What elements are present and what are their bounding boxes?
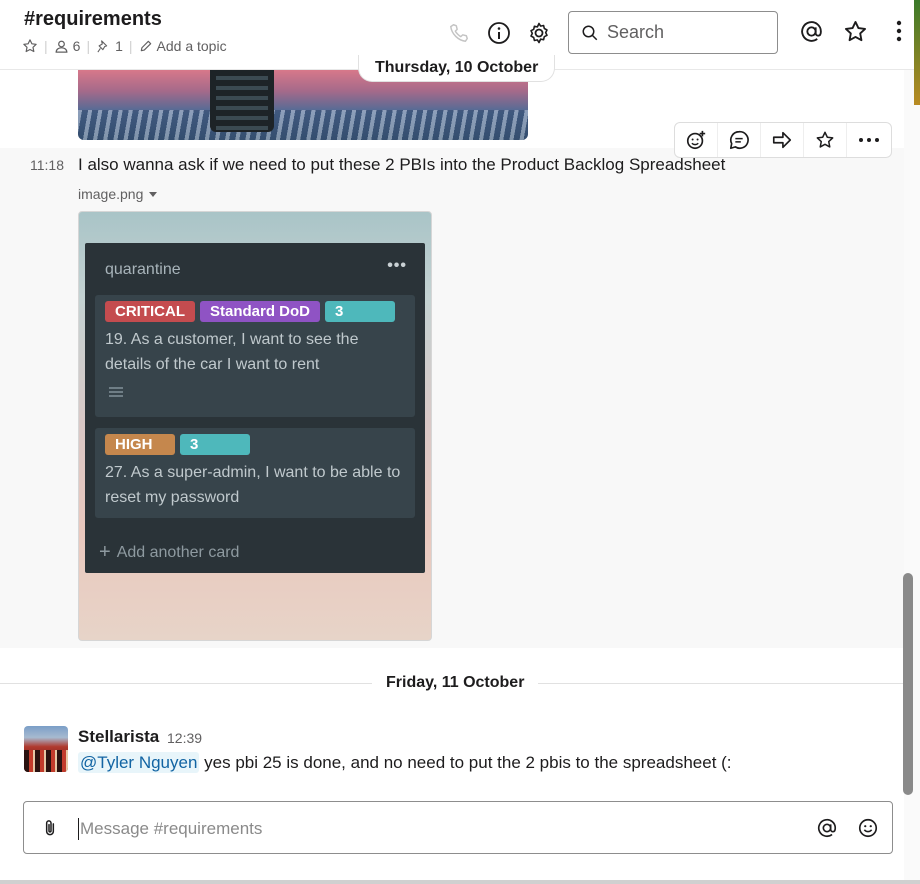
trello-card: CRITICAL Standard DoD 3 19. As a custome… [95,295,415,417]
list-more-icon: ••• [387,257,407,274]
description-icon [109,387,123,399]
message-text: I also wanna ask if we need to put these… [78,155,726,174]
date-divider-friday[interactable]: Friday, 11 October [372,674,539,692]
star-icon [23,39,37,53]
at-icon [800,20,822,42]
person-icon [55,40,68,53]
at-icon [817,818,837,838]
image-waves [78,110,528,140]
label-points: 3 [325,301,396,322]
pencil-icon [140,40,151,52]
label-critical: CRITICAL [105,301,195,322]
members-button[interactable]: 6 [54,38,81,54]
plus-icon: + [99,541,111,563]
reply-thread-button[interactable] [718,123,761,157]
card-labels: HIGH 3 [105,434,250,455]
file-name: image.png [78,186,144,202]
share-message-button[interactable] [761,123,804,157]
add-card-label: Add another card [116,543,240,561]
add-card-row: + Add another card [99,541,239,564]
channel-meta: | 6 | 1 | Add a topic [22,38,227,54]
message-text: @Tyler Nguyen yes pbi 25 is done, and no… [78,752,732,773]
phone-icon [450,24,468,42]
message-author[interactable]: Stellarista [78,727,159,747]
message-body: yes pbi 25 is done, and no need to put t… [199,753,732,772]
separator: | [128,38,133,54]
separator: | [44,38,48,54]
label-dod: Standard DoD [200,301,321,322]
message-actions-toolbar [674,122,892,158]
paperclip-icon [45,820,55,836]
member-count: 6 [72,38,81,54]
window-bottom-edge [0,880,920,884]
label-points: 3 [180,434,250,455]
more-icon [858,138,879,142]
info-icon [488,22,510,44]
window-edge [914,0,920,105]
search-box[interactable]: Search [568,11,778,54]
pinned-button[interactable]: 1 [96,38,123,54]
mention-button[interactable] [816,817,838,844]
add-topic-label: Add a topic [156,38,227,54]
emoji-icon [858,818,878,838]
attach-file-button[interactable] [40,817,60,844]
separator: | [86,38,91,54]
share-icon [772,131,792,149]
message-timestamp[interactable]: 11:18 [30,157,64,173]
card-title: 19. As a customer, I want to see the det… [105,331,359,373]
text-cursor [78,818,79,840]
message-composer [23,801,893,854]
gear-icon [530,22,548,44]
channel-details-button[interactable] [486,20,512,46]
add-reaction-button[interactable] [675,123,718,157]
image-attachment[interactable]: quarantine ••• CRITICAL Standard DoD 3 1… [78,211,432,641]
call-button[interactable] [446,20,472,46]
search-placeholder: Search [607,22,665,42]
add-topic-button[interactable]: Add a topic [139,38,227,54]
star-channel-button[interactable] [22,38,38,54]
more-actions-button[interactable] [847,123,890,157]
pinned-count: 1 [115,38,123,54]
starred-items-button[interactable] [842,18,868,44]
channel-settings-button[interactable] [526,20,552,46]
more-vertical-icon [896,20,902,42]
search-icon [582,25,598,40]
card-labels: CRITICAL Standard DoD 3 [105,301,396,322]
star-icon [844,20,866,41]
scrollbar-thumb[interactable] [903,573,913,795]
user-mention[interactable]: @Tyler Nguyen [78,752,200,773]
chevron-down-icon [149,191,158,197]
message-timestamp[interactable]: 12:39 [167,730,202,746]
reply-thread-icon [729,130,749,150]
trello-card: HIGH 3 27. As a super-admin, I want to b… [95,428,415,518]
date-divider-thursday[interactable]: Thursday, 10 October [358,55,556,82]
trello-list: quarantine ••• CRITICAL Standard DoD 3 1… [85,243,425,573]
mentions-button[interactable] [798,18,824,44]
file-name-toggle[interactable]: image.png [78,186,158,202]
image-phone [210,70,274,132]
card-title: 27. As a super-admin, I want to be able … [105,464,401,506]
more-options-button[interactable] [886,18,912,44]
star-message-button[interactable] [804,123,847,157]
avatar[interactable] [24,726,68,772]
header-right-actions [798,18,912,44]
add-reaction-icon [686,130,706,150]
list-title: quarantine [105,261,181,278]
pin-icon [97,39,108,52]
header-actions [446,20,552,46]
label-high: HIGH [105,434,175,455]
message-input[interactable] [80,814,780,844]
star-icon [816,131,834,148]
emoji-button[interactable] [857,817,879,844]
channel-title[interactable]: #requirements [24,8,162,31]
